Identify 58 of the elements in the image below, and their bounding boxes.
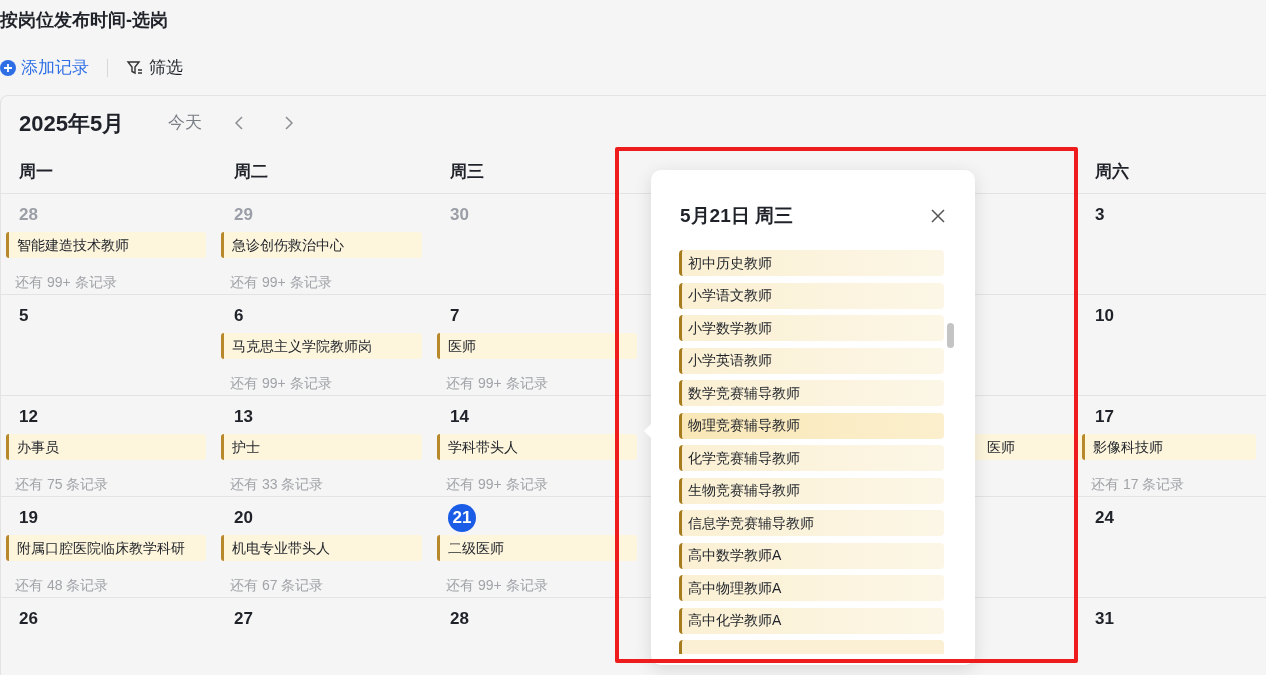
date-number: 6 — [233, 305, 245, 328]
scrollbar-thumb[interactable] — [947, 323, 954, 348]
date-number: 14 — [449, 406, 470, 429]
event-bar[interactable]: 影像科技师 — [1082, 434, 1256, 460]
job-item[interactable]: 高中数学教师A — [679, 542, 944, 569]
date-number: 26 — [18, 608, 39, 631]
chevron-left-icon — [235, 116, 244, 130]
date-number: 28 — [449, 608, 470, 631]
date-number: 29 — [233, 204, 254, 227]
date-number: 31 — [1094, 608, 1115, 631]
job-item[interactable]: 高中物理教师A — [679, 575, 944, 601]
job-item[interactable]: 小学语文教师 — [679, 282, 944, 309]
weekday-header: 周二 — [234, 161, 268, 181]
date-number: 13 — [233, 406, 254, 429]
date-number: 7 — [449, 305, 461, 328]
weekday-header: 周三 — [450, 161, 484, 181]
date-number: 19 — [18, 507, 39, 530]
job-item[interactable]: 小学英语教师 — [679, 347, 944, 374]
close-icon — [931, 209, 945, 224]
job-item[interactable]: 信息学竞赛辅导教师 — [679, 510, 944, 536]
weekday-header: 周六 — [1095, 161, 1129, 181]
event-bar[interactable]: 马克思主义学院教师岗 — [221, 333, 422, 359]
event-bar[interactable]: 医师 — [437, 333, 637, 359]
job-item[interactable]: 物理竞赛辅导教师 — [679, 412, 944, 439]
date-number: 10 — [1094, 305, 1115, 328]
popover-title: 5月21日 周三 — [680, 204, 793, 228]
job-item[interactable]: 数学竞赛辅导教师 — [679, 380, 944, 406]
event-bar[interactable]: 智能建造技术教师 — [6, 232, 206, 258]
filter-icon — [126, 58, 144, 77]
event-bar[interactable]: 二级医师 — [437, 535, 637, 561]
today-button[interactable]: 今天 — [168, 110, 203, 136]
date-number: 24 — [1094, 507, 1115, 530]
date-number: 3 — [1094, 204, 1106, 227]
event-bar[interactable]: 附属口腔医院临床教学科研 — [6, 535, 206, 561]
filter-button[interactable]: 筛选 — [126, 54, 183, 81]
event-bar[interactable]: 学科带头人 — [437, 434, 637, 460]
page-title: 按岗位发布时间-选岗 — [0, 8, 168, 32]
date-number: 21 — [448, 504, 476, 532]
event-bar[interactable]: 机电专业带头人 — [221, 535, 422, 561]
job-item[interactable]: 初中历史教师 — [679, 250, 944, 276]
job-item[interactable]: 高中化学教师A — [679, 607, 944, 634]
chevron-right-icon — [285, 116, 294, 130]
job-item[interactable]: 生物竞赛辅导教师 — [679, 477, 944, 504]
date-number: 27 — [233, 608, 254, 631]
event-bar[interactable]: 办事员 — [6, 434, 206, 460]
event-bar[interactable]: 护士 — [221, 434, 422, 460]
date-number: 5 — [18, 305, 30, 328]
job-item[interactable]: 小学数学教师 — [679, 315, 944, 341]
event-bar[interactable]: 急诊创伤救治中心 — [221, 232, 422, 258]
date-number: 28 — [18, 204, 39, 227]
job-item[interactable]: 化学竞赛辅导教师 — [679, 445, 944, 471]
date-number: 12 — [18, 406, 39, 429]
month-title: 2025年5月 — [19, 109, 125, 138]
date-number: 20 — [233, 507, 254, 530]
date-number: 17 — [1094, 406, 1115, 429]
weekday-header: 周一 — [19, 161, 53, 181]
date-number: 30 — [449, 204, 470, 227]
add-record-button[interactable]: 添加记录 — [0, 54, 89, 81]
